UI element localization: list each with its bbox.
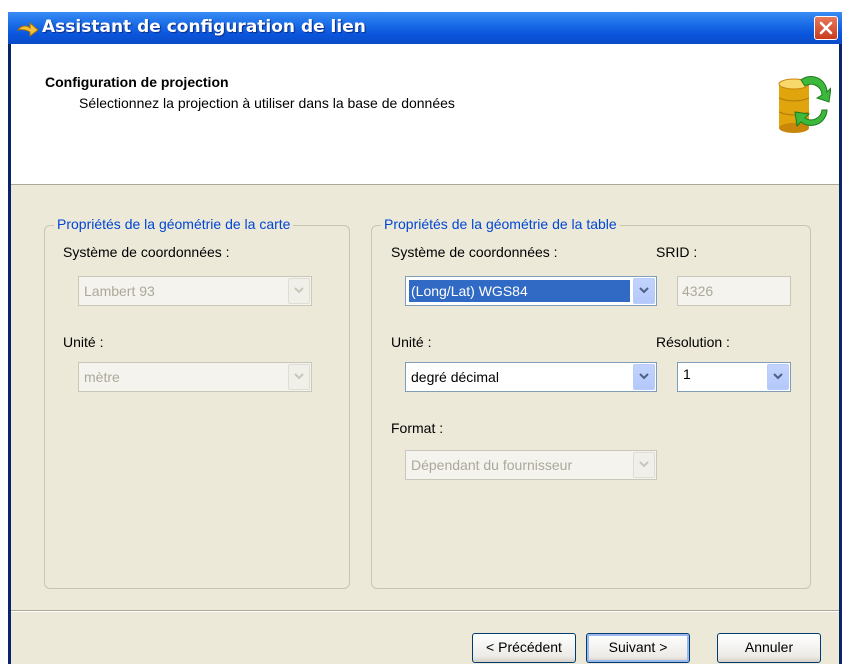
database-sync-icon	[778, 76, 831, 133]
table-unit-value: degré décimal	[411, 369, 499, 385]
window-title: Assistant de configuration de lien	[42, 17, 366, 37]
close-button[interactable]	[814, 16, 838, 40]
resolution-dropdown-button[interactable]	[767, 364, 789, 390]
table-unit-dropdown-button[interactable]	[633, 364, 655, 390]
chevron-down-icon	[773, 373, 783, 380]
chevron-down-icon	[639, 373, 649, 380]
chevron-down-icon	[294, 373, 304, 380]
wizard-arrow-icon	[16, 21, 39, 37]
map-coord-dropdown-button	[288, 278, 310, 304]
table-coord-select[interactable]: (Long/Lat) WGS84	[405, 276, 657, 306]
footer-divider-highlight	[11, 611, 839, 612]
close-icon	[819, 21, 833, 35]
map-unit-label: Unité :	[63, 334, 104, 350]
format-label: Format :	[391, 420, 444, 436]
chevron-down-icon	[294, 287, 304, 294]
next-button[interactable]: Suivant >	[586, 633, 690, 663]
srid-field: 4326	[677, 276, 791, 306]
format-value: Dépendant du fournisseur	[411, 457, 573, 473]
page-subtitle: Sélectionnez la projection à utiliser da…	[79, 95, 455, 111]
map-unit-dropdown-button	[288, 364, 310, 390]
format-select: Dépendant du fournisseur	[405, 450, 657, 480]
srid-value: 4326	[682, 283, 714, 299]
format-dropdown-button	[633, 452, 655, 478]
resolution-select[interactable]: 1	[677, 362, 791, 392]
table-coord-dropdown-button[interactable]	[633, 278, 655, 304]
map-coord-select: Lambert 93	[78, 276, 312, 306]
map-coord-label: Système de coordonnées :	[63, 244, 230, 260]
table-coord-value: (Long/Lat) WGS84	[409, 280, 630, 302]
srid-label: SRID :	[656, 244, 698, 260]
wizard-header: Configuration de projection Sélectionnez…	[11, 44, 839, 185]
title-bar[interactable]: Assistant de configuration de lien	[8, 12, 842, 44]
resolution-value: 1	[683, 366, 691, 382]
page-title: Configuration de projection	[45, 74, 229, 90]
cancel-button[interactable]: Annuler	[717, 633, 821, 663]
table-unit-select[interactable]: degré décimal	[405, 362, 657, 392]
wizard-window: Assistant de configuration de lien Confi…	[8, 12, 842, 664]
previous-button[interactable]: < Précédent	[472, 633, 576, 663]
map-geometry-legend: Propriétés de la géométrie de la carte	[54, 216, 294, 232]
table-geometry-legend: Propriétés de la géométrie de la table	[381, 216, 620, 232]
map-coord-value: Lambert 93	[84, 283, 155, 299]
chevron-down-icon	[639, 287, 649, 294]
table-unit-label: Unité :	[391, 334, 432, 350]
background-window-strip	[0, 0, 842, 12]
table-coord-label: Système de coordonnées :	[391, 244, 558, 260]
map-unit-select: mètre	[78, 362, 312, 392]
dialog-body: Configuration de projection Sélectionnez…	[11, 44, 839, 664]
map-unit-value: mètre	[84, 369, 120, 385]
resolution-label: Résolution :	[656, 334, 730, 350]
chevron-down-icon	[639, 461, 649, 468]
